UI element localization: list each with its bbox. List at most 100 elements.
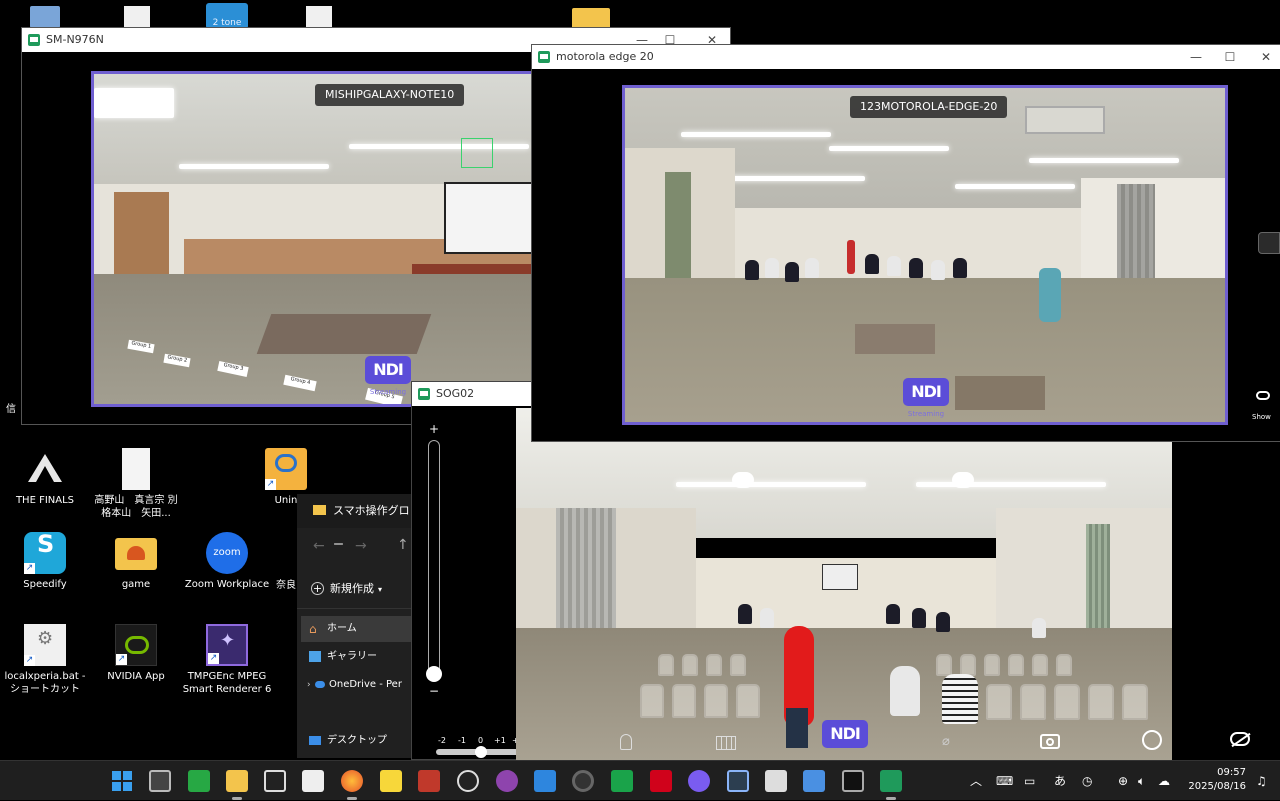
desktop-top-icon-recycle[interactable]	[30, 6, 60, 28]
keyboard-icon[interactable]: ⌨	[996, 761, 1013, 801]
task-view-icon[interactable]	[149, 770, 171, 792]
desktop-icon-koyasan[interactable]: 高野山 真言宗 別格本山 矢田...	[91, 448, 181, 520]
desktop-icon-partial-nara[interactable]: 奈良	[276, 576, 296, 591]
maximize-button[interactable]: ☐	[1210, 45, 1250, 69]
green-chart-icon[interactable]	[611, 770, 633, 792]
close-button[interactable]: ✕	[1246, 45, 1280, 69]
android-icon[interactable]	[880, 770, 902, 792]
audience	[785, 262, 799, 282]
ndi-status: Streaming	[907, 410, 945, 418]
desktop-icon-label: NVIDIA App	[107, 671, 165, 682]
ev-tick: +1	[494, 736, 506, 745]
ime-indicator[interactable]: あ	[1054, 761, 1066, 801]
amd-icon[interactable]	[650, 770, 672, 792]
sticky-notes-icon[interactable]	[380, 770, 402, 792]
side-button[interactable]	[1258, 232, 1280, 254]
gallery-grid-icon[interactable]	[716, 736, 736, 750]
desktop-icon-zoom[interactable]: zoom Zoom Workplace	[182, 532, 272, 591]
ev-slider-thumb[interactable]	[475, 746, 487, 758]
switch-camera-icon[interactable]	[1142, 730, 1162, 750]
ceiling-light	[94, 88, 174, 118]
floor-mat	[855, 324, 935, 354]
zoom-slider[interactable]	[428, 440, 440, 676]
green-app-icon[interactable]	[188, 770, 210, 792]
mic-off-icon[interactable]: ⌀	[942, 734, 956, 750]
game-app-icon[interactable]	[496, 770, 518, 792]
nav-item-home[interactable]: ⌂ ホーム	[301, 616, 413, 642]
nvidia-icon: ↗	[115, 624, 157, 666]
chair	[984, 654, 1000, 676]
battery-icon[interactable]: ▭	[1024, 761, 1035, 801]
start-icon[interactable]	[111, 770, 133, 792]
ceiling-light	[916, 482, 1106, 487]
desktop-top-icon-file-2[interactable]	[306, 6, 332, 28]
clock-time: 09:57	[1217, 767, 1246, 778]
zoom-plus-label[interactable]: +	[429, 422, 439, 436]
desktop-icon-speedify[interactable]: S ↗ Speedify	[0, 532, 90, 591]
folder-icon	[313, 505, 326, 515]
terminal-app-icon[interactable]	[264, 770, 286, 792]
chevron-right-icon[interactable]: ›	[307, 672, 311, 698]
explorer-window[interactable]: スマホ操作グロー ← → ↑ + 新規作成 ▾ ⌂ ホーム ギャラリー › OneD…	[297, 494, 417, 758]
camera-app-icon[interactable]	[572, 770, 594, 792]
window-motorola-edge-20[interactable]: motorola edge 20 — ☐ ✕ 123MOTOROLA-EDGE-…	[531, 44, 1280, 442]
obs-icon[interactable]	[457, 770, 479, 792]
network-icon[interactable]: ⊕	[1118, 761, 1128, 801]
desktop-icon-game[interactable]: game	[91, 532, 181, 591]
shortcut-arrow-icon: ↗	[116, 654, 127, 665]
chair	[936, 654, 952, 676]
up-arrow-icon[interactable]: ↑	[397, 537, 409, 553]
firefox-icon[interactable]	[341, 770, 363, 792]
file-explorer-icon[interactable]	[226, 770, 248, 792]
notification-bell-icon[interactable]: ♫	[1256, 761, 1267, 801]
desktop-icon-nvidia[interactable]: ↗ NVIDIA App	[91, 624, 181, 683]
flashlight-icon[interactable]	[620, 734, 632, 750]
desktop-icon-the-finals[interactable]: THE FINALS	[0, 448, 90, 507]
cloud-sync-icon[interactable]: ☁	[1158, 761, 1170, 801]
ceiling-light	[349, 144, 529, 149]
zoom-minus-label[interactable]: −	[429, 684, 439, 698]
chair	[1122, 684, 1148, 720]
paint-icon[interactable]	[803, 770, 825, 792]
ev-tick: 0	[478, 736, 484, 745]
chevron-up-icon[interactable]: ︿	[970, 761, 982, 801]
clock[interactable]: 09:57 2025/08/16	[1186, 766, 1246, 794]
cmd-icon[interactable]	[842, 770, 864, 792]
davinci-icon[interactable]	[727, 770, 749, 792]
nas-icon[interactable]	[765, 770, 787, 792]
audience	[912, 608, 926, 628]
explorer-title-bar[interactable]: スマホ操作グロー	[297, 494, 417, 551]
eye-icon[interactable]	[1256, 391, 1270, 400]
desktop-icon-tmpgenc[interactable]: ✦ ↗ TMPGEnc MPEG Smart Renderer 6	[182, 624, 272, 696]
show-label[interactable]: Show	[1252, 413, 1271, 421]
calculator-icon[interactable]	[534, 770, 556, 792]
ev-tick: -2	[438, 736, 446, 745]
audience	[887, 256, 901, 276]
ftp-icon[interactable]	[418, 770, 440, 792]
hide-overlay-icon[interactable]	[1230, 732, 1251, 748]
volume-icon[interactable]: 🔈︎	[1138, 761, 1145, 801]
nav-item-desktop[interactable]: デスクトップ	[301, 728, 413, 754]
ndi-logo: NDI	[903, 378, 949, 406]
nav-item-label: ギャラリー	[327, 651, 377, 662]
title-bar[interactable]: motorola edge 20 — ☐ ✕	[532, 45, 1280, 69]
home-icon: ⌂	[309, 622, 317, 636]
chair	[1020, 684, 1046, 720]
zoom-slider-thumb[interactable]	[426, 666, 442, 682]
desktop-top-icon-file-1[interactable]	[124, 6, 150, 28]
unity-icon[interactable]	[688, 770, 710, 792]
desktop-top-icon-2tone[interactable]: 2 tone	[206, 3, 248, 29]
new-button[interactable]: + 新規作成 ▾	[311, 580, 382, 596]
notepad-app-icon[interactable]	[302, 770, 324, 792]
clock-app-icon[interactable]: ◷	[1082, 761, 1092, 801]
back-arrow-icon[interactable]: ←	[313, 538, 325, 554]
desktop-icon-label: 奈良	[276, 580, 296, 591]
nav-item-onedrive[interactable]: › OneDrive - Per	[301, 672, 413, 698]
desktop-icon-localxperia[interactable]: ⚙ ↗ localxperia.bat - ショートカット	[0, 624, 90, 696]
nav-item-gallery[interactable]: ギャラリー	[301, 644, 413, 670]
forward-arrow-icon[interactable]: →	[355, 538, 367, 554]
camera-label: 123MOTOROLA-EDGE-20	[850, 96, 1008, 118]
chair	[1032, 654, 1048, 676]
walking-legs	[786, 708, 808, 748]
camera-icon[interactable]	[1040, 734, 1060, 749]
